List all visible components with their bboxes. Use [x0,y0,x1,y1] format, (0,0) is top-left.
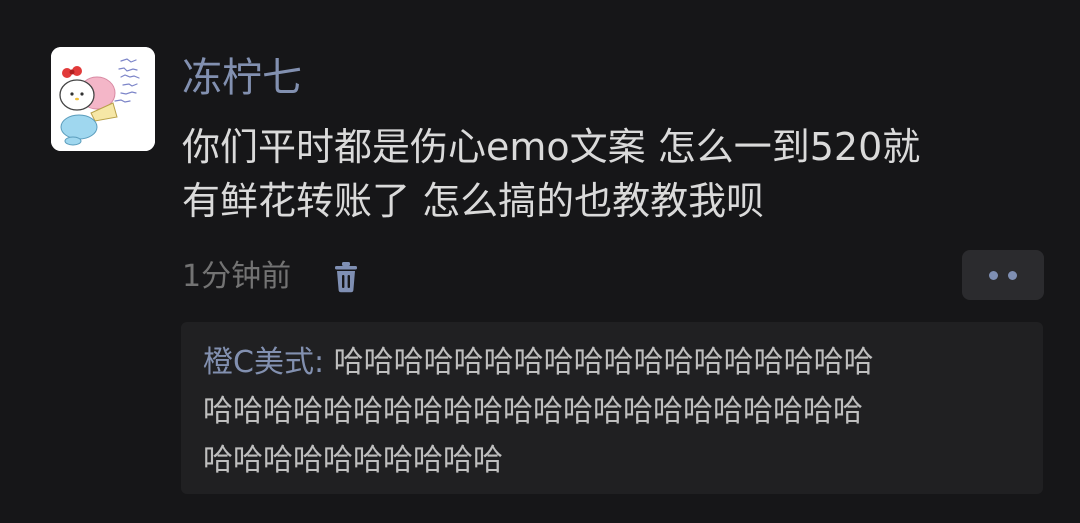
comment-separator: : [313,345,334,380]
post-text-line: 你们平时都是伤心emo文案 怎么一到520就 [182,125,921,169]
comment-text-line: 哈哈哈哈哈哈哈哈哈哈哈哈哈哈哈哈哈哈哈哈哈哈 [203,394,863,429]
post-text-line: 有鲜花转账了 怎么搞的也教教我呗 [182,179,765,223]
comment-section: 橙C美式: 哈哈哈哈哈哈哈哈哈哈哈哈哈哈哈哈哈哈 哈哈哈哈哈哈哈哈哈哈哈哈哈哈哈… [181,322,1043,494]
comment-text-line: 哈哈哈哈哈哈哈哈哈哈哈哈哈哈哈哈哈哈 [333,345,874,380]
more-dots-icon [989,270,998,280]
post-text: 你们平时都是伤心emo文案 怎么一到520就 有鲜花转账了 怎么搞的也教教我呗 [182,120,1052,228]
trash-icon [335,262,357,293]
avatar-illustration [51,47,155,151]
more-dots-icon [1008,270,1017,280]
avatar[interactable] [51,47,155,151]
post-timestamp: 1分钟前 [182,259,292,294]
moment-post: 冻柠七 你们平时都是伤心emo文案 怎么一到520就 有鲜花转账了 怎么搞的也教… [0,0,1080,523]
username-link[interactable]: 冻柠七 [182,50,302,106]
comment-line: 橙C美式: 哈哈哈哈哈哈哈哈哈哈哈哈哈哈哈哈哈哈 [203,338,1043,387]
delete-button[interactable] [326,256,366,298]
comment-item[interactable]: 橙C美式: 哈哈哈哈哈哈哈哈哈哈哈哈哈哈哈哈哈哈 哈哈哈哈哈哈哈哈哈哈哈哈哈哈哈… [203,338,1043,485]
more-options-button[interactable] [962,250,1044,300]
commenter-name-link[interactable]: 橙C美式 [203,345,314,380]
comment-text-line: 哈哈哈哈哈哈哈哈哈哈 [203,443,503,478]
